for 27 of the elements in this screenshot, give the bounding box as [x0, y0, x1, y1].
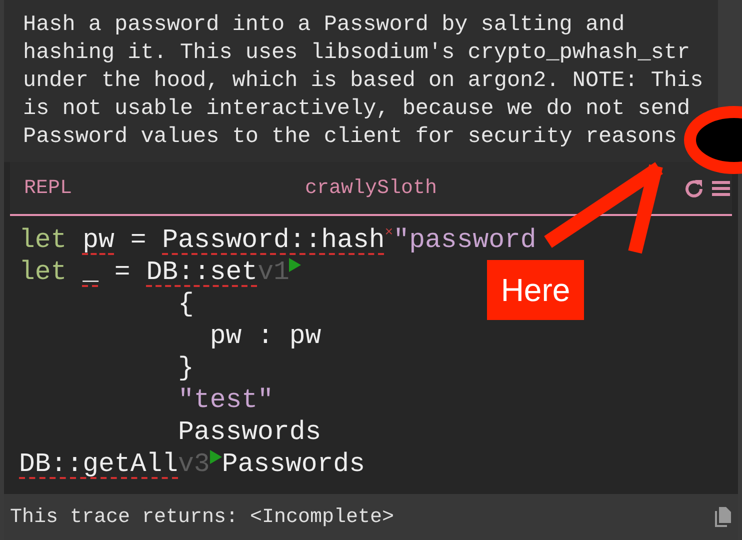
code-token: { [177, 288, 194, 320]
function-title: crawlySloth [304, 176, 438, 200]
code-token: pw : pw [208, 320, 322, 352]
code-token: let [19, 256, 68, 288]
annotation-label: Here [487, 260, 584, 320]
code-token: let [19, 224, 68, 256]
code-token: DB::set [146, 256, 258, 288]
trace-result-text: This trace returns: <Incomplete> [10, 506, 394, 528]
function-description: Hash a password into a Password by salting and hashing it. This uses libsodium's crypto_pwhash_str under the hood, which is based on argon2. NOTE: This is not usable interactively, because we do not send Password values to the client for security reasons [4, 0, 718, 162]
code-token: } [177, 352, 194, 384]
code-token: = [129, 224, 148, 256]
code-token: DB::getAll [19, 448, 178, 480]
code-token: Password::hash [162, 224, 385, 256]
code-token: Passwords [222, 448, 365, 480]
code-token: _ [82, 256, 99, 288]
code-token: "password [393, 224, 536, 256]
copy-icon[interactable] [714, 506, 732, 528]
play-icon[interactable] [210, 450, 222, 464]
code-token: pw [82, 224, 114, 256]
code-token: "test" [177, 384, 274, 416]
code-token: = [113, 256, 132, 288]
error-mark: × [384, 224, 394, 242]
refresh-icon[interactable] [684, 178, 704, 198]
menu-icon[interactable] [712, 179, 730, 197]
repl-label: REPL [23, 176, 72, 200]
play-icon[interactable] [289, 258, 302, 272]
code-token: Passwords [177, 416, 322, 448]
